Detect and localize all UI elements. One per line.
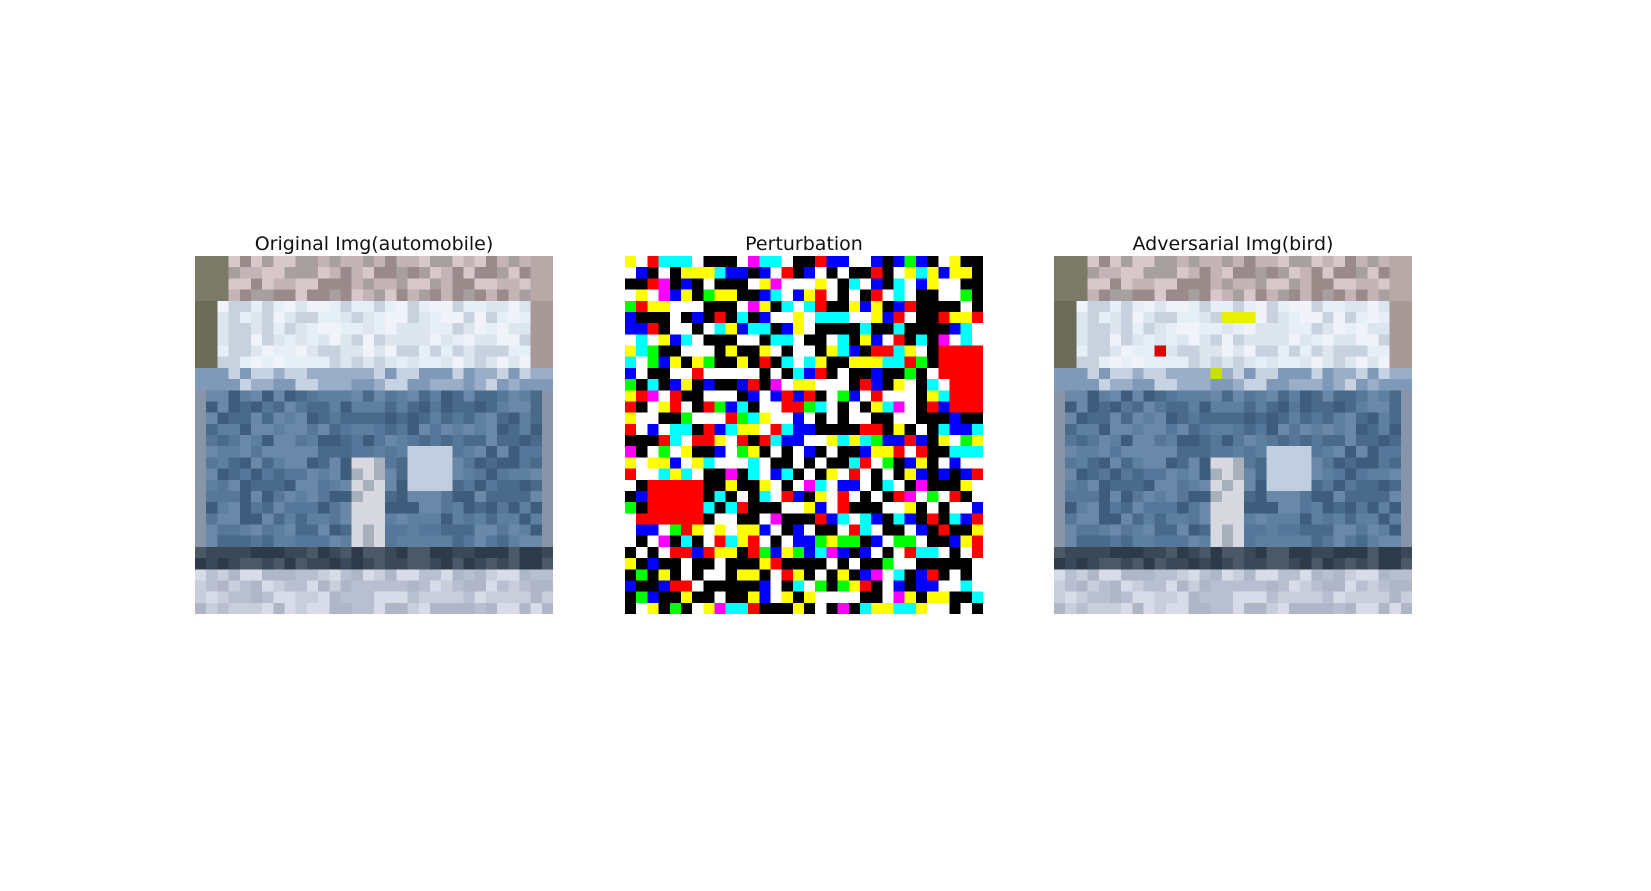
adv-perturbed-pixel [1210, 367, 1222, 380]
original-image [195, 256, 553, 614]
adversarial-image-title: Adversarial Img(bird) [1132, 233, 1334, 255]
perturbation-title: Perturbation [745, 233, 863, 255]
perturbation-image [625, 256, 983, 614]
adv-perturbed-pixel [1154, 345, 1166, 357]
adversarial-image [1054, 256, 1412, 614]
adv-perturbed-pixel [1221, 311, 1256, 324]
original-image-title: Original Img(automobile) [254, 233, 494, 255]
